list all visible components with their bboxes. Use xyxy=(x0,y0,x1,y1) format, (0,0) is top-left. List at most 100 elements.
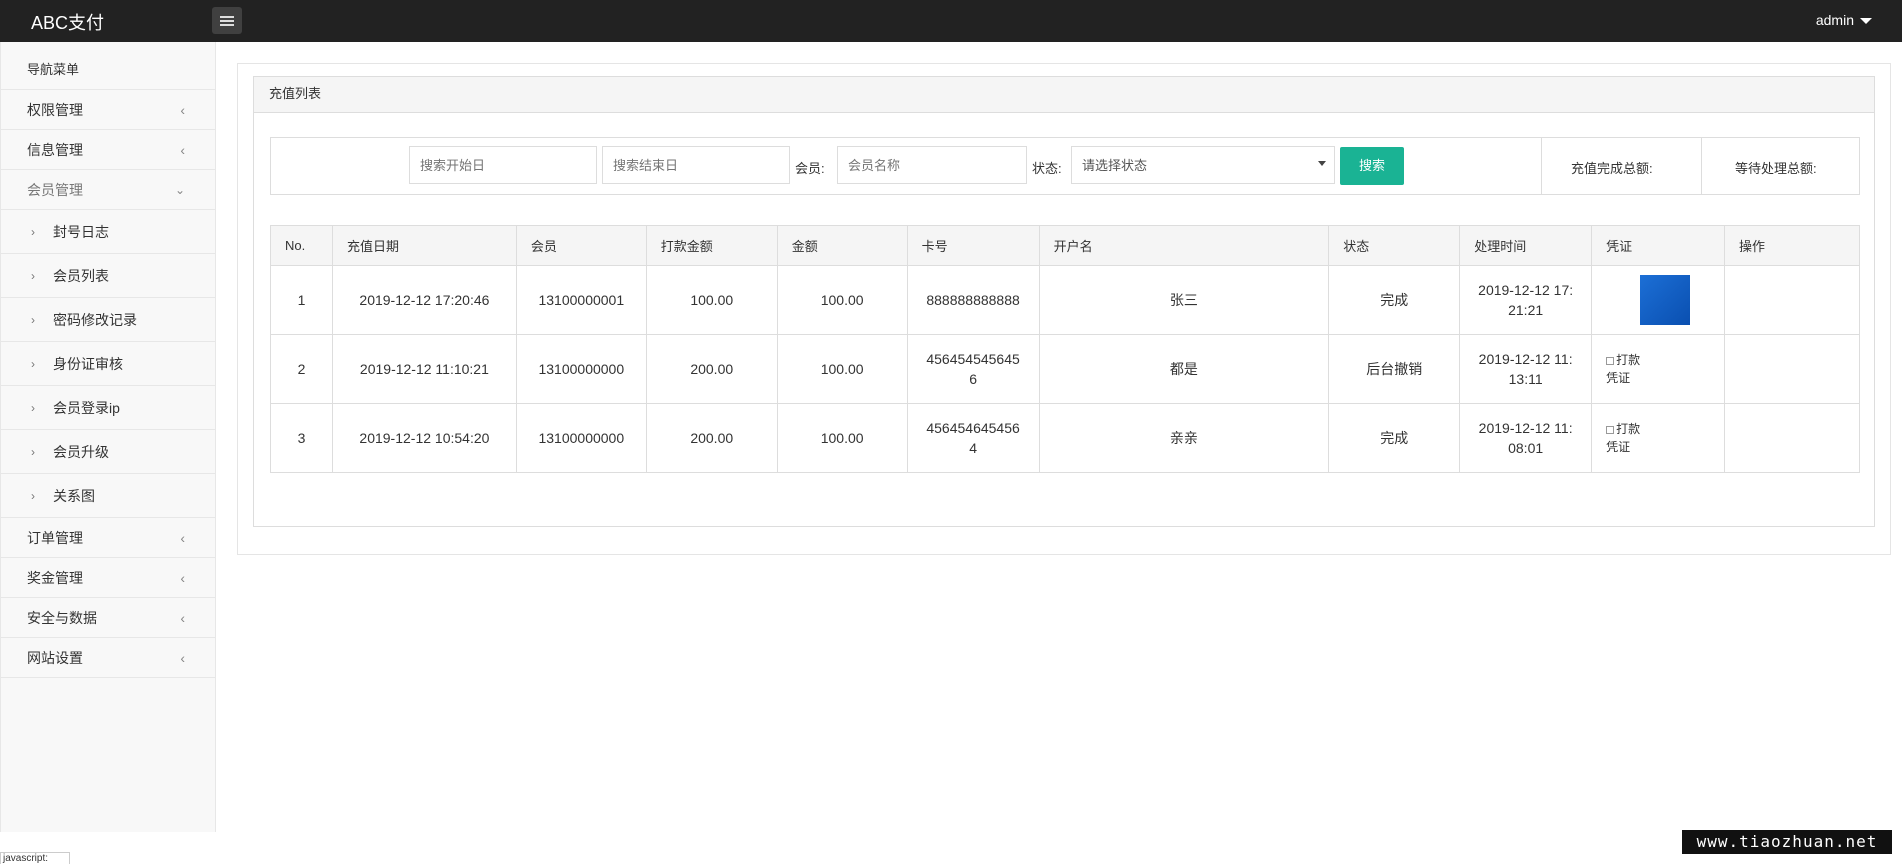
table-row: 2 2019-12-12 11:10:21 13100000000 200.00… xyxy=(270,334,1860,404)
sidebar-subitem-label: 会员列表 xyxy=(53,268,109,284)
divider xyxy=(1701,138,1702,194)
sidebar: 导航菜单 权限管理 ‹ 信息管理 ‹ 会员管理 ⌄ › 封号日志 › 会员列表 › 密… xyxy=(0,42,216,832)
time-line: 08:01 xyxy=(1508,440,1544,456)
cell-member: 13100000000 xyxy=(515,403,647,473)
search-form: 会员: 状态: 请选择状态 搜索 充值完成总额: 等待处理总额: xyxy=(270,137,1860,195)
sidebar-item-info[interactable]: 信息管理 ‹ xyxy=(1,130,215,170)
proof-image[interactable] xyxy=(1640,275,1691,325)
menu-toggle-button[interactable] xyxy=(212,7,242,34)
chevron-left-icon: ‹ xyxy=(180,142,185,158)
sidebar-subitem-upgrade[interactable]: › 会员升级 xyxy=(1,430,215,474)
cell-actions xyxy=(1724,265,1860,335)
cell-process-time: 2019-12-12 17: 21:21 xyxy=(1459,265,1593,335)
proof-alt-text: 凭证 xyxy=(1606,371,1631,385)
total-pending-label: 等待处理总额: xyxy=(1735,161,1817,176)
sidebar-subitem-label: 密码修改记录 xyxy=(53,312,137,328)
chevron-right-icon: › xyxy=(31,269,35,283)
column-header: No. xyxy=(270,225,333,266)
time-line: 2019-12-12 11: xyxy=(1478,420,1573,436)
proof-alt-text: 打款 xyxy=(1616,353,1641,367)
sidebar-item-security[interactable]: 安全与数据 ‹ xyxy=(1,598,215,638)
sidebar-item-label: 订单管理 xyxy=(27,530,83,546)
status-bar-link: javascript: xyxy=(0,852,70,864)
column-header: 打款金额 xyxy=(645,225,778,266)
table-row: 1 2019-12-12 17:20:46 13100000001 100.00… xyxy=(270,265,1860,335)
time-line: 21:21 xyxy=(1508,302,1544,318)
sidebar-subitem-password-log[interactable]: › 密码修改记录 xyxy=(1,298,215,342)
sidebar-item-members[interactable]: 会员管理 ⌄ xyxy=(1,170,215,210)
chevron-right-icon: › xyxy=(31,401,35,415)
sidebar-item-orders[interactable]: 订单管理 ‹ xyxy=(1,518,215,558)
search-button[interactable]: 搜索 xyxy=(1340,147,1404,185)
chevron-left-icon: ‹ xyxy=(180,650,185,666)
sidebar-subitem-relation-graph[interactable]: › 关系图 xyxy=(1,474,215,518)
column-header: 充值日期 xyxy=(331,225,517,266)
total-completed-label: 充值完成总额: xyxy=(1571,161,1653,176)
status-select[interactable]: 请选择状态 xyxy=(1071,146,1335,184)
member-label: 会员: xyxy=(795,161,825,176)
sidebar-item-bonus[interactable]: 奖金管理 ‹ xyxy=(1,558,215,598)
table-header-row: No. 充值日期 会员 打款金额 金额 卡号 开户名 状态 处理时间 凭证 操作 xyxy=(270,225,1860,266)
user-name: admin xyxy=(1815,12,1854,28)
recharge-table: No. 充值日期 会员 打款金额 金额 卡号 开户名 状态 处理时间 凭证 操作… xyxy=(270,225,1860,473)
brand-logo[interactable]: ABC支付 xyxy=(31,9,104,35)
chevron-left-icon: ‹ xyxy=(180,570,185,586)
sidebar-item-permissions[interactable]: 权限管理 ‹ xyxy=(1,90,215,130)
sidebar-subitem-label: 封号日志 xyxy=(53,224,109,240)
cell-no: 2 xyxy=(270,334,333,404)
cell-paid: 200.00 xyxy=(645,334,778,404)
cell-proof: 打款凭证 xyxy=(1591,334,1726,404)
cell-actions xyxy=(1724,334,1860,404)
cell-account-name: 亲亲 xyxy=(1038,403,1330,473)
dropdown-arrow-icon xyxy=(1318,161,1326,166)
cell-amount: 100.00 xyxy=(776,334,908,404)
cell-account-name: 都是 xyxy=(1038,334,1330,404)
sidebar-subitem-login-ip[interactable]: › 会员登录ip xyxy=(1,386,215,430)
sidebar-item-label: 奖金管理 xyxy=(27,570,83,586)
cell-date: 2019-12-12 17:20:46 xyxy=(331,265,517,335)
column-header: 开户名 xyxy=(1038,225,1330,266)
chevron-right-icon: › xyxy=(31,357,35,371)
cell-card: 456454645456 4 xyxy=(906,403,1040,473)
table-row: 3 2019-12-12 10:54:20 13100000000 200.00… xyxy=(270,403,1860,473)
watermark: www.tiaozhuan.net xyxy=(1682,830,1892,854)
proof-image-broken[interactable]: 打款凭证 xyxy=(1606,351,1724,387)
column-header: 金额 xyxy=(776,225,908,266)
cell-no: 1 xyxy=(270,265,333,335)
start-date-input[interactable] xyxy=(409,146,597,184)
cell-member: 13100000001 xyxy=(515,265,647,335)
cell-paid: 100.00 xyxy=(645,265,778,335)
sidebar-subitem-id-review[interactable]: › 身份证审核 xyxy=(1,342,215,386)
cell-member: 13100000000 xyxy=(515,334,647,404)
sidebar-subitem-member-list[interactable]: › 会员列表 xyxy=(1,254,215,298)
chevron-left-icon: ‹ xyxy=(180,610,185,626)
cell-date: 2019-12-12 11:10:21 xyxy=(331,334,517,404)
top-navbar: ABC支付 admin xyxy=(0,0,1902,42)
cell-amount: 100.00 xyxy=(776,265,908,335)
sidebar-item-label: 信息管理 xyxy=(27,142,83,158)
card-number-wrap: 4 xyxy=(969,440,977,456)
broken-image-icon xyxy=(1606,356,1615,365)
chevron-right-icon: › xyxy=(31,489,35,503)
sidebar-subitem-ban-log[interactable]: › 封号日志 xyxy=(1,210,215,254)
cell-process-time: 2019-12-12 11: 13:11 xyxy=(1459,334,1593,404)
proof-alt-text: 打款 xyxy=(1616,422,1641,436)
chevron-left-icon: ‹ xyxy=(180,102,185,118)
member-name-input[interactable] xyxy=(837,146,1027,184)
cell-amount: 100.00 xyxy=(776,403,908,473)
card-number-wrap: 6 xyxy=(969,371,977,387)
proof-image-broken[interactable]: 打款 凭证 xyxy=(1606,420,1724,456)
time-line: 13:11 xyxy=(1508,371,1543,387)
sidebar-item-site-settings[interactable]: 网站设置 ‹ xyxy=(1,638,215,678)
chevron-right-icon: › xyxy=(31,225,35,239)
hamburger-icon-line xyxy=(220,16,234,18)
sidebar-subitem-label: 会员升级 xyxy=(53,444,109,460)
chevron-right-icon: › xyxy=(31,445,35,459)
sidebar-subitem-label: 会员登录ip xyxy=(53,400,120,416)
cell-date: 2019-12-12 10:54:20 xyxy=(331,403,517,473)
end-date-input[interactable] xyxy=(602,146,790,184)
cell-actions xyxy=(1724,403,1860,473)
status-label: 状态: xyxy=(1032,161,1062,176)
hamburger-icon-line xyxy=(220,20,234,22)
user-menu[interactable]: admin xyxy=(1816,12,1872,28)
